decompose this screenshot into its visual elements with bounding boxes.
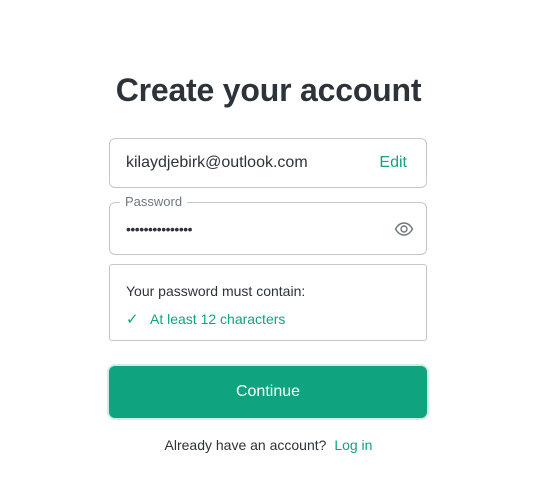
eye-icon[interactable] (394, 219, 414, 239)
email-value: kilaydjebirk@outlook.com (126, 154, 308, 171)
requirement-text: At least 12 characters (150, 311, 286, 327)
requirements-title: Your password must contain: (126, 283, 306, 299)
login-prompt-text: Already have an account? (164, 437, 327, 453)
login-link[interactable]: Log in (334, 437, 372, 453)
password-requirements-box: Your password must contain: ✓ At least 1… (109, 264, 427, 341)
requirement-item: ✓ At least 12 characters (126, 310, 285, 328)
page-title: Create your account (115, 72, 422, 108)
password-field[interactable]: Password ••••••••••••••• (109, 194, 427, 255)
continue-button[interactable]: Continue (109, 366, 427, 418)
edit-email-link[interactable]: Edit (379, 154, 407, 172)
signup-page: Create your account kilaydjebirk@outlook… (0, 0, 537, 502)
login-prompt: Already have an account? Log in (0, 437, 537, 453)
check-icon: ✓ (126, 311, 139, 328)
password-value: ••••••••••••••• (126, 221, 193, 237)
password-label: Password (120, 194, 188, 209)
email-field[interactable]: kilaydjebirk@outlook.com Edit (109, 138, 427, 188)
